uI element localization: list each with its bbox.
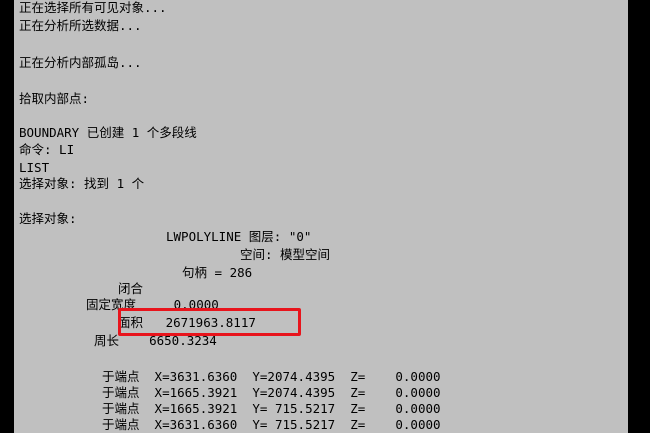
vertex-line: 于端点 X=3631.6360 Y= 715.5217 Z= 0.0000 — [102, 417, 441, 432]
console-line: 拾取内部点: — [19, 91, 90, 106]
vertex-line: 于端点 X=1665.3921 Y= 715.5217 Z= 0.0000 — [102, 401, 441, 416]
console-line: 闭合 — [118, 281, 144, 296]
console-line: 正在分析所选数据... — [19, 18, 142, 33]
console-line: LWPOLYLINE 图层: "0" — [166, 229, 312, 244]
console-text-area[interactable]: 正在选择所有可见对象... 正在分析所选数据... 正在分析内部孤岛... 拾取… — [14, 0, 628, 433]
console-line: 正在选择所有可见对象... — [19, 0, 167, 15]
console-line: BOUNDARY 已创建 1 个多段线 — [19, 125, 197, 140]
command-history-window: 正在选择所有可见对象... 正在分析所选数据... 正在分析内部孤岛... 拾取… — [0, 0, 650, 433]
console-line: 周长 6650.3234 — [94, 333, 217, 348]
console-line: 选择对象: — [19, 211, 77, 226]
console-line: 命令: LI — [19, 142, 75, 157]
console-line: 正在分析内部孤岛... — [19, 55, 142, 70]
console-line: 空间: 模型空间 — [240, 247, 331, 262]
vertex-line: 于端点 X=3631.6360 Y=2074.4395 Z= 0.0000 — [102, 369, 441, 384]
console-line: 选择对象: 找到 1 个 — [19, 176, 145, 191]
console-line: LIST — [19, 160, 50, 175]
vertex-line: 于端点 X=1665.3921 Y=2074.4395 Z= 0.0000 — [102, 385, 441, 400]
scrollbar-track[interactable] — [628, 0, 650, 433]
area-highlight-box — [118, 308, 301, 336]
console-line: 句柄 = 286 — [182, 265, 253, 280]
